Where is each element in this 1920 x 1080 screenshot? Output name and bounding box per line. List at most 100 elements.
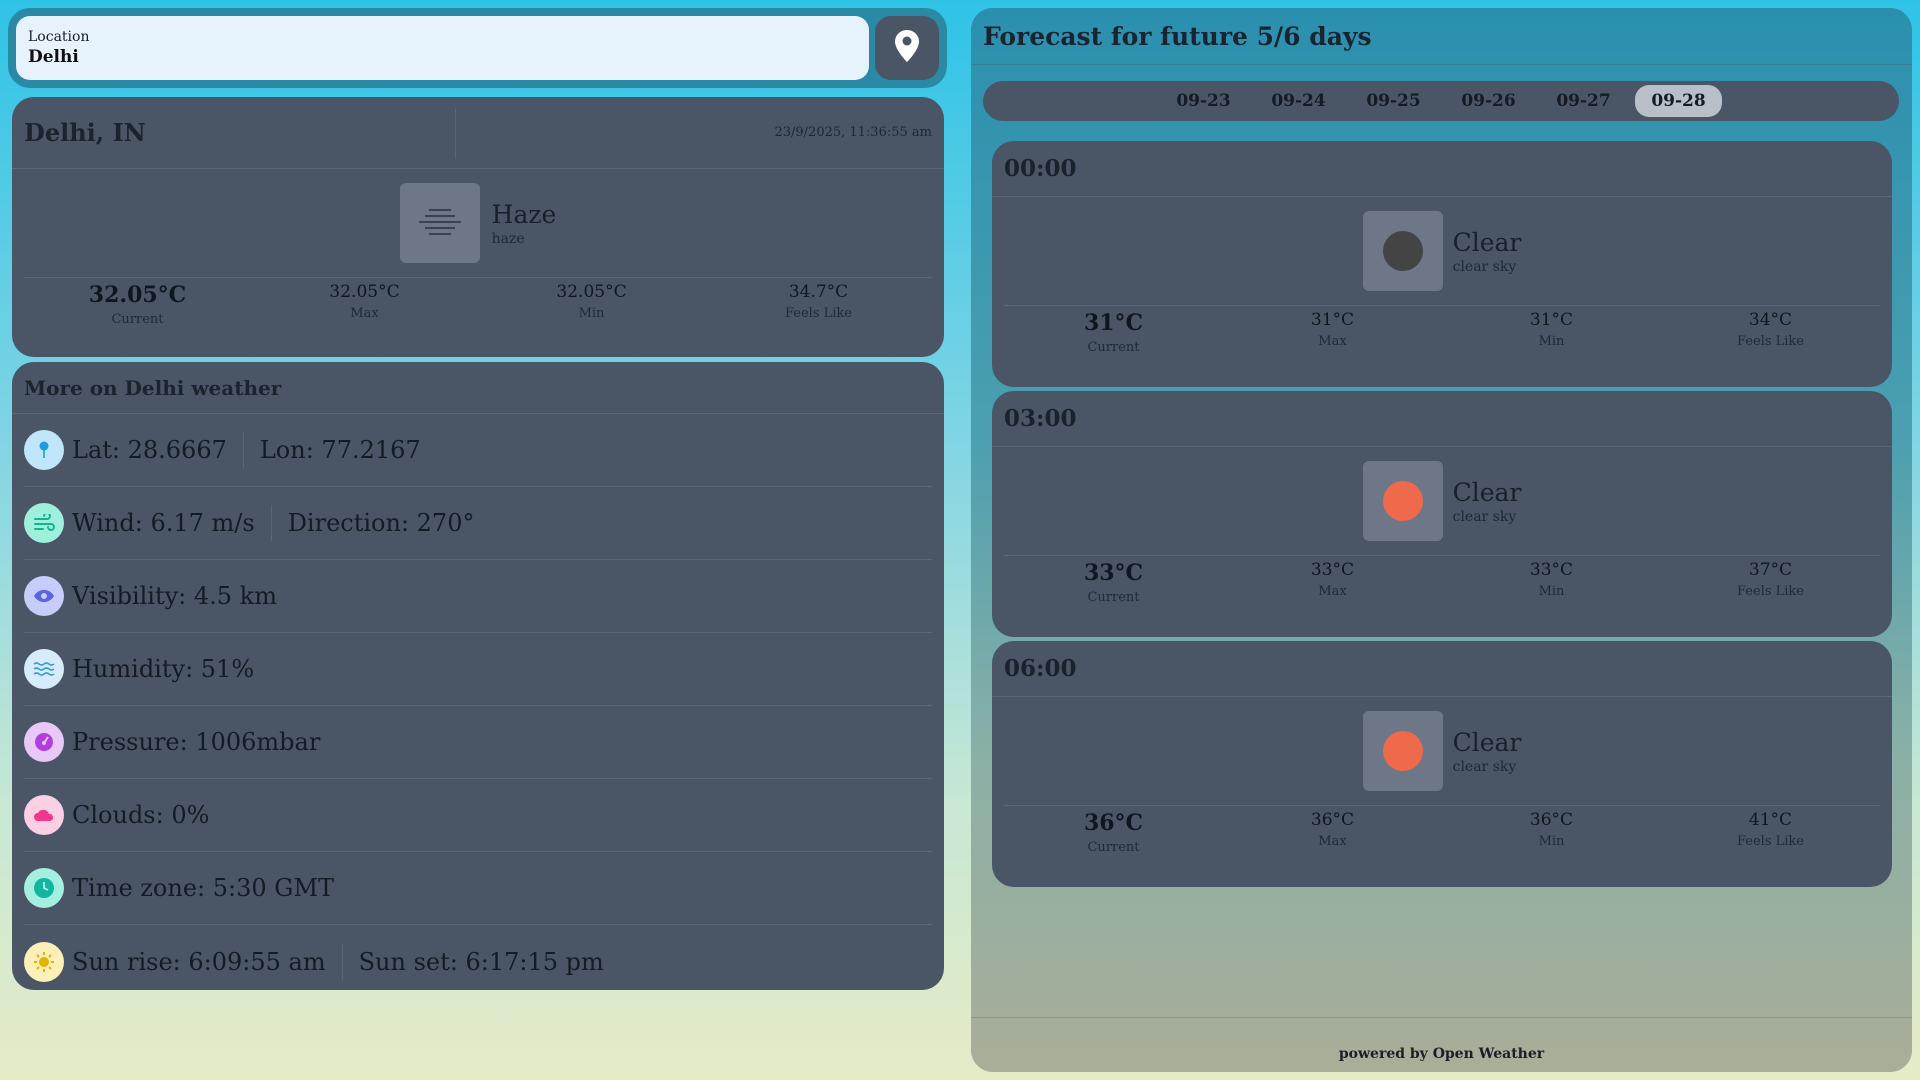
date-tab-09-23[interactable]: 09-23 (1160, 85, 1247, 117)
slot-condition-desc: clear sky (1452, 258, 1517, 275)
clouds-row: Clouds: 0% (24, 779, 932, 852)
forecast-slot-card: 00:00 Clear clear sky 31°C Current 31°C Ma… (992, 141, 1892, 387)
current-weather-card: Delhi, IN 23/9/2025, 11:36:55 am Haze ha… (12, 97, 944, 357)
date-tab-09-26[interactable]: 09-26 (1445, 85, 1532, 117)
slot-condition-main: Clear (1452, 477, 1522, 507)
slot-stats: 33°C Current 33°C Max 33°C Min 37°C Feels Li… (1004, 555, 1880, 605)
wind-direction: Direction: 270° (287, 509, 475, 537)
date-tab-09-24[interactable]: 09-24 (1255, 85, 1342, 117)
wind-icon (24, 503, 64, 543)
sun-dot (1382, 481, 1423, 521)
stat-value: 32.05°C (88, 282, 187, 308)
stat-label: Max (350, 306, 379, 321)
date-tab-09-28[interactable]: 09-28 (1635, 85, 1722, 117)
stat-min: 36°C Min (1442, 810, 1661, 855)
forecast-panel: Forecast for future 5/6 days 09-23 09-24… (971, 8, 1912, 1072)
stat-label: Min (578, 306, 605, 321)
stat-current: 31°C Current (1004, 310, 1223, 355)
haze-icon (399, 183, 480, 263)
clouds: Clouds: 0% (72, 801, 210, 829)
slot-condition-main: Clear (1452, 227, 1522, 257)
eye-icon (24, 576, 64, 616)
humidity-row: Humidity: 51% (24, 633, 932, 706)
powered-by: powered by Open Weather (1338, 1046, 1545, 1062)
stat-min: 31°C Min (1442, 310, 1661, 355)
timezone-row: Time zone: 5:30 GMT (24, 852, 932, 925)
footer-divider (971, 1017, 1912, 1018)
slot-time: 00:00 (992, 141, 1892, 197)
slot-condition: Clear clear sky (992, 197, 1892, 305)
stat-label: Feels Like (1736, 584, 1805, 599)
header-divider (455, 109, 456, 159)
sun-dot (1382, 731, 1423, 771)
date-tab-09-25[interactable]: 09-25 (1350, 85, 1437, 117)
slot-condition: Clear clear sky (992, 697, 1892, 805)
stat-value: 34°C (1748, 310, 1793, 330)
title-divider (971, 64, 1912, 65)
slot-condition-main: Clear (1452, 727, 1522, 757)
stat-value: 33°C (1529, 560, 1574, 580)
stat-label: Feels Like (784, 306, 853, 321)
stat-label: Current (1087, 340, 1140, 355)
slot-stats: 36°C Current 36°C Max 36°C Min 41°C Feels Li… (1004, 805, 1880, 855)
location-search-bar: Location (8, 8, 947, 88)
more-details-title: More on Delhi weather (12, 362, 944, 414)
stat-current: 36°C Current (1004, 810, 1223, 855)
slot-time: 03:00 (992, 391, 1892, 447)
locate-me-button[interactable] (875, 16, 939, 80)
slot-condition: Clear clear sky (992, 447, 1892, 555)
separator (270, 505, 272, 541)
clear-sun-icon (1362, 461, 1443, 541)
forecast-title: Forecast for future 5/6 days (983, 22, 1372, 51)
condition-main: Haze (491, 199, 557, 229)
stat-current: 32.05°C Current (24, 282, 251, 327)
pin-icon (24, 430, 64, 470)
clear-sun-icon (1362, 711, 1443, 791)
slot-time: 06:00 (992, 641, 1892, 697)
stat-feels-like: 41°C Feels Like (1661, 810, 1880, 855)
forecast-slot-card: 06:00 Clear clear sky 36°C Current 36°C Ma… (992, 641, 1892, 887)
current-datetime: 23/9/2025, 11:36:55 am (774, 125, 932, 140)
location-input[interactable] (28, 47, 857, 67)
sunset: Sun set: 6:17:15 pm (358, 947, 604, 976)
stat-max: 32.05°C Max (251, 282, 478, 327)
stat-value: 36°C (1083, 810, 1144, 836)
stat-feels-like: 37°C Feels Like (1661, 560, 1880, 605)
sun-row: Sun rise: 6:09:55 am Sun set: 6:17:15 pm (24, 925, 932, 998)
stat-label: Max (1318, 834, 1347, 849)
location-field[interactable]: Location (16, 16, 869, 80)
forecast-date-tabs: 09-23 09-24 09-25 09-26 09-27 09-28 (983, 81, 1899, 121)
stat-value: 33°C (1083, 560, 1144, 586)
stat-value: 31°C (1310, 310, 1355, 330)
stat-feels-like: 34°C Feels Like (1661, 310, 1880, 355)
stat-label: Min (1538, 334, 1565, 349)
moon-dot (1382, 231, 1423, 271)
pressure: Pressure: 1006mbar (72, 728, 321, 756)
stat-label: Feels Like (1736, 834, 1805, 849)
separator (341, 943, 343, 980)
city-name: Delhi, IN (24, 118, 146, 147)
wind-speed: Wind: 6.17 m/s (72, 509, 255, 537)
stat-value: 36°C (1529, 810, 1574, 830)
stat-min: 32.05°C Min (478, 282, 705, 327)
forecast-slot-card: 03:00 Clear clear sky 33°C Current 33°C Ma… (992, 391, 1892, 637)
stat-value: 31°C (1529, 310, 1574, 330)
stat-current: 33°C Current (1004, 560, 1223, 605)
date-tab-09-27[interactable]: 09-27 (1540, 85, 1627, 117)
clock-icon (24, 868, 64, 908)
current-stats: 32.05°C Current 32.05°C Max 32.05°C Min … (24, 277, 932, 327)
location-label: Location (28, 29, 90, 45)
stat-value: 32.05°C (556, 282, 627, 302)
stat-value: 34.7°C (788, 282, 849, 302)
sun-icon (24, 941, 64, 982)
stat-label: Current (1087, 840, 1140, 855)
stat-max: 33°C Max (1223, 560, 1442, 605)
coords-row: Lat: 28.6667 Lon: 77.2167 (24, 414, 932, 487)
more-details-card: More on Delhi weather Lat: 28.6667 Lon: … (12, 362, 944, 990)
stat-label: Current (1087, 590, 1140, 605)
slot-condition-desc: clear sky (1452, 758, 1517, 775)
clear-night-icon (1362, 211, 1443, 291)
stat-label: Feels Like (1736, 334, 1805, 349)
gauge-icon (24, 722, 64, 762)
separator (242, 432, 244, 468)
